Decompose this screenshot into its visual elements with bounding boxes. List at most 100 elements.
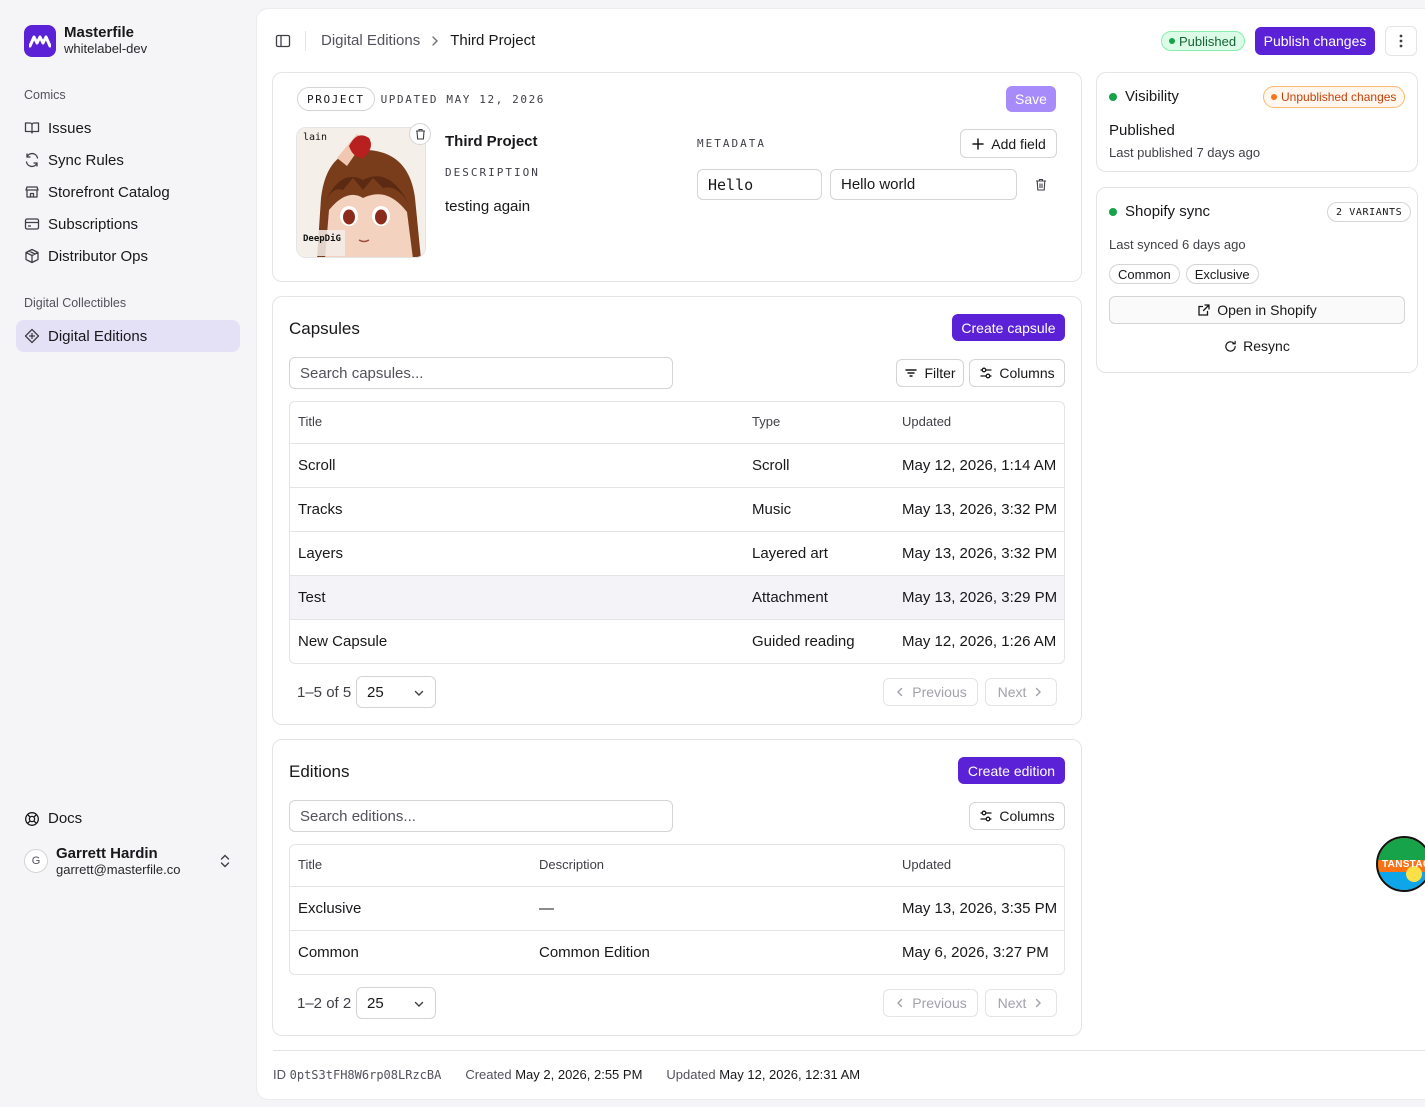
user-menu[interactable]: G Garrett Hardin garrett@masterfile.co: [24, 843, 240, 879]
tanstack-devtools-button[interactable]: TANSTACK: [1376, 836, 1425, 892]
refresh-icon: [25, 152, 39, 168]
capsules-columns-button[interactable]: Columns: [969, 359, 1065, 387]
package-icon: [25, 248, 39, 264]
nav-group-label: Comics: [24, 88, 66, 102]
cell-updated: May 12, 2026, 1:14 AM: [902, 457, 1057, 474]
create-capsule-button[interactable]: Create capsule: [952, 314, 1065, 341]
column-header-type[interactable]: Type: [752, 402, 780, 442]
chevron-right-icon: [432, 35, 439, 46]
editions-columns-button[interactable]: Columns: [969, 802, 1065, 830]
sidebar-item-sync-rules[interactable]: Sync Rules: [16, 144, 240, 176]
more-menu-button[interactable]: [1385, 26, 1417, 56]
sidebar-item-digital-editions[interactable]: Digital Editions: [16, 320, 240, 352]
columns-label: Columns: [999, 365, 1055, 381]
cell-title: Test: [298, 589, 326, 606]
add-field-label: Add field: [991, 135, 1046, 152]
column-header-title[interactable]: Title: [298, 402, 322, 442]
filter-label: Filter: [924, 365, 956, 381]
cell-title: Exclusive: [298, 900, 362, 917]
nav-group-label: Digital Collectibles: [24, 296, 127, 310]
column-header-title[interactable]: Title: [298, 845, 322, 885]
variant-list: Common Exclusive: [1109, 264, 1265, 284]
cell-type: Layered art: [752, 545, 828, 562]
page-size-select[interactable]: 25: [356, 676, 436, 708]
cover-image[interactable]: lain DeepDiG: [296, 127, 426, 258]
main-panel: Digital Editions Third Project Published…: [256, 8, 1425, 1100]
unpublished-changes-badge: Unpublished changes: [1263, 86, 1406, 108]
next-page-button[interactable]: Next: [985, 989, 1057, 1017]
next-page-button[interactable]: Next: [985, 678, 1057, 706]
cell-title: New Capsule: [298, 633, 388, 650]
breadcrumb-item-digital-editions[interactable]: Digital Editions: [321, 32, 420, 49]
table-row[interactable]: Layers Layered art May 13, 2026, 3:32 PM: [290, 531, 1064, 575]
previous-page-button[interactable]: Previous: [883, 678, 978, 706]
remove-cover-button[interactable]: [409, 123, 431, 145]
chevrons-up-down-icon: [220, 854, 230, 868]
cover-top-text: lain: [303, 132, 328, 143]
cell-title: Layers: [298, 545, 344, 562]
table-row[interactable]: Common Common Edition May 6, 2026, 3:27 …: [290, 930, 1064, 974]
sidebar-item-distributor-ops[interactable]: Distributor Ops: [16, 240, 240, 272]
store-icon: [25, 186, 39, 198]
external-link-icon: [1198, 304, 1210, 316]
sidebar-toggle-icon[interactable]: [275, 33, 291, 49]
table-row[interactable]: New Capsule Guided reading May 12, 2026,…: [290, 619, 1064, 663]
chevron-left-icon: [897, 687, 903, 697]
next-label: Next: [997, 995, 1027, 1011]
docs-label: Docs: [48, 810, 83, 827]
id-label: ID: [273, 1067, 286, 1082]
status-badge: Published: [1161, 31, 1246, 51]
cell-updated: May 12, 2026, 1:26 AM: [902, 633, 1057, 650]
topbar: Digital Editions Third Project Published…: [257, 9, 1425, 73]
masterfile-logo-icon: [24, 24, 56, 57]
docs-link[interactable]: Docs: [24, 810, 82, 827]
open-in-shopify-button[interactable]: Open in Shopify: [1109, 296, 1405, 324]
created-date: May 2, 2026, 2:55 PM: [515, 1067, 643, 1082]
delete-metadata-icon[interactable]: [1035, 178, 1047, 191]
table-row[interactable]: Tracks Music May 13, 2026, 3:32 PM: [290, 487, 1064, 531]
capsules-search-input[interactable]: Search capsules...: [289, 357, 673, 389]
metadata-value-input[interactable]: Hello world: [830, 169, 1017, 200]
refresh-icon: [1225, 340, 1236, 352]
cell-type: Scroll: [752, 457, 790, 474]
resync-button[interactable]: Resync: [1109, 334, 1405, 358]
open-in-shopify-label: Open in Shopify: [1217, 302, 1317, 318]
lifebuoy-icon: [25, 811, 39, 826]
sidebar-item-issues[interactable]: Issues: [16, 112, 240, 144]
capsules-card: Capsules Create capsule Search capsules.…: [272, 296, 1082, 725]
table-header: Title Description Updated: [290, 845, 1064, 886]
page-size-value: 25: [367, 994, 384, 1012]
sidebar-item-label: Sync Rules: [48, 151, 124, 169]
create-edition-button[interactable]: Create edition: [958, 757, 1065, 784]
add-field-button[interactable]: Add field: [960, 129, 1057, 158]
cell-type: Guided reading: [752, 633, 855, 650]
user-name: Garrett Hardin: [56, 844, 158, 862]
page-size-select[interactable]: 25: [356, 987, 436, 1019]
cell-updated: May 6, 2026, 3:27 PM: [902, 944, 1049, 961]
table-header: Title Type Updated: [290, 402, 1064, 443]
cell-title: Tracks: [298, 501, 343, 518]
column-header-updated[interactable]: Updated: [902, 402, 951, 442]
metadata-key-input[interactable]: Hello: [697, 169, 822, 200]
columns-label: Columns: [999, 808, 1055, 824]
visibility-status-dot: [1109, 92, 1117, 101]
editions-card: Editions Create edition Search editions.…: [272, 739, 1082, 1036]
previous-page-button[interactable]: Previous: [883, 989, 978, 1017]
project-description[interactable]: testing again: [445, 198, 530, 215]
column-header-description[interactable]: Description: [539, 845, 604, 885]
column-header-updated[interactable]: Updated: [902, 845, 951, 885]
resync-label: Resync: [1243, 338, 1290, 354]
editions-search-input[interactable]: Search editions...: [289, 800, 673, 832]
brand[interactable]: Masterfile whitelabel-dev: [24, 24, 147, 57]
sidebar-item-storefront-catalog[interactable]: Storefront Catalog: [16, 176, 240, 208]
publish-changes-button[interactable]: Publish changes: [1255, 27, 1375, 55]
table-row[interactable]: Scroll Scroll May 12, 2026, 1:14 AM: [290, 443, 1064, 487]
user-email: garrett@masterfile.co: [56, 861, 181, 877]
sidebar-item-subscriptions[interactable]: Subscriptions: [16, 208, 240, 240]
table-row[interactable]: Exclusive — May 13, 2026, 3:35 PM: [290, 886, 1064, 930]
footer-divider: [273, 1050, 1425, 1051]
table-row[interactable]: Test Attachment May 13, 2026, 3:29 PM: [290, 575, 1064, 619]
filter-button[interactable]: Filter: [896, 359, 964, 387]
sliders-icon: [980, 810, 992, 822]
save-button[interactable]: Save: [1006, 86, 1056, 112]
